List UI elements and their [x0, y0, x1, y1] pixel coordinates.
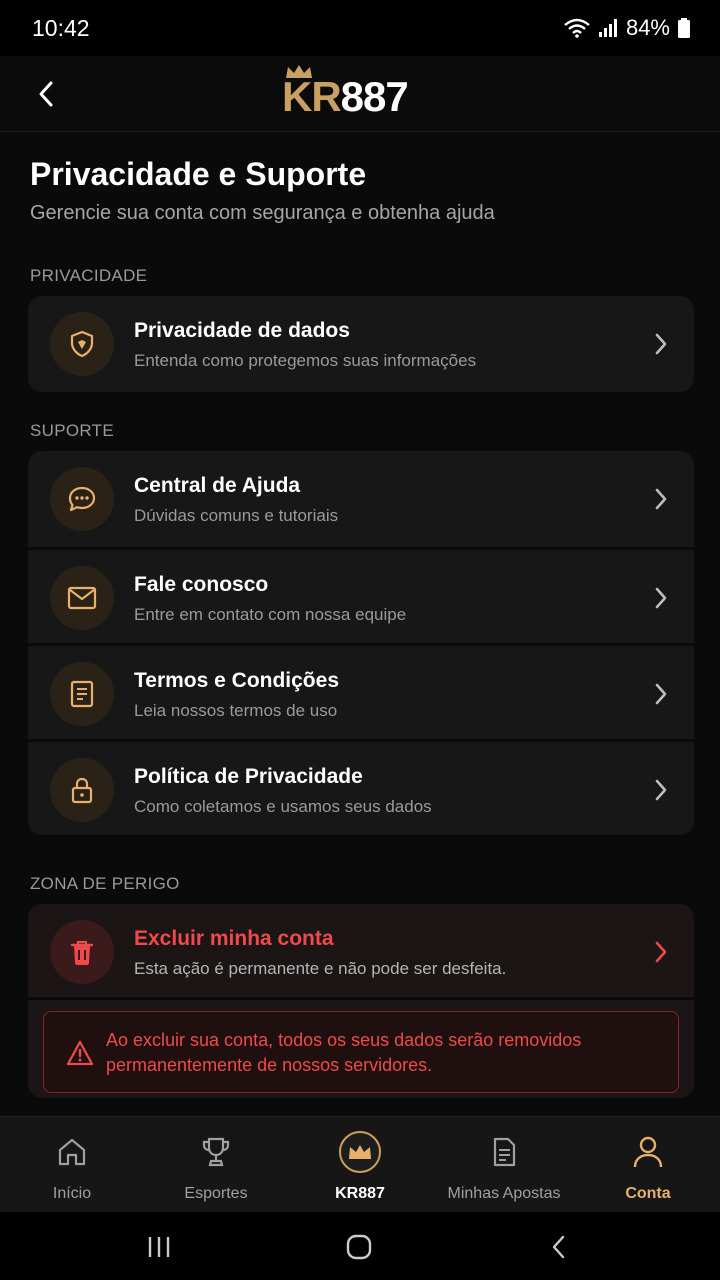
logo-crown-icon: [286, 65, 312, 78]
back-button[interactable]: [26, 72, 66, 116]
crown-icon: [339, 1131, 381, 1173]
chevron-right-icon: [650, 584, 672, 612]
chevron-left-icon: [39, 81, 53, 107]
list-item-contact-us[interactable]: Fale conosco Entre em contato com nossa …: [28, 547, 694, 643]
chevron-right-icon: [650, 330, 672, 358]
bottom-navigation: Início Esportes KR887 Minhas Apostas Con…: [0, 1116, 720, 1212]
list-item-data-privacy[interactable]: Privacidade de dados Entenda como proteg…: [28, 296, 694, 392]
back-arrow-icon: [552, 1235, 565, 1259]
warning-text: Ao excluir sua conta, todos os seus dado…: [106, 1030, 582, 1075]
item-subtitle: Esta ação é permanente e não pode ser de…: [134, 959, 507, 978]
delete-account-button[interactable]: Excluir minha conta Esta ação é permanen…: [28, 904, 694, 1000]
item-subtitle: Entenda como protegemos suas informações: [134, 351, 477, 370]
system-navigation-bar: [0, 1212, 720, 1280]
nav-item-sports[interactable]: Esportes: [144, 1117, 288, 1212]
item-title: Fale conosco: [134, 573, 269, 596]
item-title: Política de Privacidade: [134, 765, 363, 788]
nav-item-my-bets[interactable]: Minhas Apostas: [432, 1117, 576, 1212]
brand-logo: KR 887: [282, 62, 409, 124]
recent-apps-icon: [148, 1237, 170, 1257]
chevron-right-icon: [650, 485, 672, 513]
signal-icon: [598, 18, 618, 38]
status-bar: 10:42 84%: [0, 0, 720, 56]
delete-warning-box: Ao excluir sua conta, todos os seus dado…: [43, 1011, 679, 1093]
item-title: Privacidade de dados: [134, 319, 350, 342]
nav-item-account[interactable]: Conta: [576, 1117, 720, 1212]
item-title: Termos e Condições: [134, 669, 339, 692]
battery-percent: 84%: [625, 15, 670, 40]
trash-icon: [50, 920, 114, 984]
section-label-privacy: PRIVACIDADE: [30, 266, 148, 285]
wifi-icon: [564, 18, 590, 38]
list-item-help-center[interactable]: Central de Ajuda Dúvidas comuns e tutori…: [28, 451, 694, 547]
item-subtitle: Como coletamos e usamos seus dados: [134, 797, 432, 816]
chevron-right-icon: [650, 776, 672, 804]
trophy-icon: [199, 1133, 233, 1171]
home-system-button[interactable]: [344, 1232, 374, 1262]
lock-icon: [50, 758, 114, 822]
logo-number-text: 887: [340, 73, 409, 120]
status-indicators: 84%: [564, 15, 690, 41]
shield-icon: [50, 312, 114, 376]
item-title: Central de Ajuda: [134, 474, 301, 497]
back-system-button[interactable]: [544, 1232, 574, 1262]
document-icon: [50, 662, 114, 726]
privacy-card: Privacidade de dados Entenda como proteg…: [28, 296, 694, 392]
warning-triangle-icon: [66, 1040, 94, 1071]
main-content: Privacidade e Suporte Gerencie sua conta…: [0, 132, 720, 1116]
battery-icon: [678, 18, 690, 38]
nav-label: KR887: [335, 1185, 385, 1202]
support-card: Central de Ajuda Dúvidas comuns e tutori…: [28, 451, 694, 835]
nav-item-home[interactable]: Início: [0, 1117, 144, 1212]
nav-label: Início: [52, 1185, 92, 1202]
item-subtitle: Leia nossos termos de uso: [134, 701, 338, 720]
home-icon: [56, 1133, 88, 1171]
nav-label: Minhas Apostas: [447, 1185, 561, 1202]
chevron-right-icon: [650, 680, 672, 708]
user-icon: [632, 1133, 664, 1171]
item-title: Excluir minha conta: [134, 927, 334, 950]
chevron-right-icon: [650, 938, 672, 966]
list-item-terms[interactable]: Termos e Condições Leia nossos termos de…: [28, 643, 694, 739]
list-item-privacy-policy[interactable]: Política de Privacidade Como coletamos e…: [28, 739, 694, 835]
app-header: KR 887: [0, 56, 720, 132]
item-subtitle: Entre em contato com nossa equipe: [134, 605, 407, 624]
mail-icon: [50, 566, 114, 630]
chat-bubble-icon: [50, 467, 114, 531]
section-label-support: SUPORTE: [30, 421, 114, 440]
bets-document-icon: [490, 1133, 518, 1171]
nav-item-kr887[interactable]: KR887: [288, 1117, 432, 1212]
recent-apps-button[interactable]: [144, 1232, 174, 1262]
page-subtitle: Gerencie sua conta com segurança e obten…: [30, 202, 495, 224]
item-subtitle: Dúvidas comuns e tutoriais: [134, 506, 339, 525]
home-circle-icon: [346, 1234, 372, 1260]
status-time: 10:42: [32, 14, 90, 41]
page-title: Privacidade e Suporte: [30, 156, 367, 192]
danger-zone-card: Excluir minha conta Esta ação é permanen…: [28, 904, 694, 1098]
nav-label: Conta: [625, 1185, 671, 1202]
nav-label: Esportes: [184, 1185, 248, 1202]
logo-kr-text: KR: [282, 73, 342, 120]
section-label-danger: ZONA DE PERIGO: [30, 874, 180, 893]
